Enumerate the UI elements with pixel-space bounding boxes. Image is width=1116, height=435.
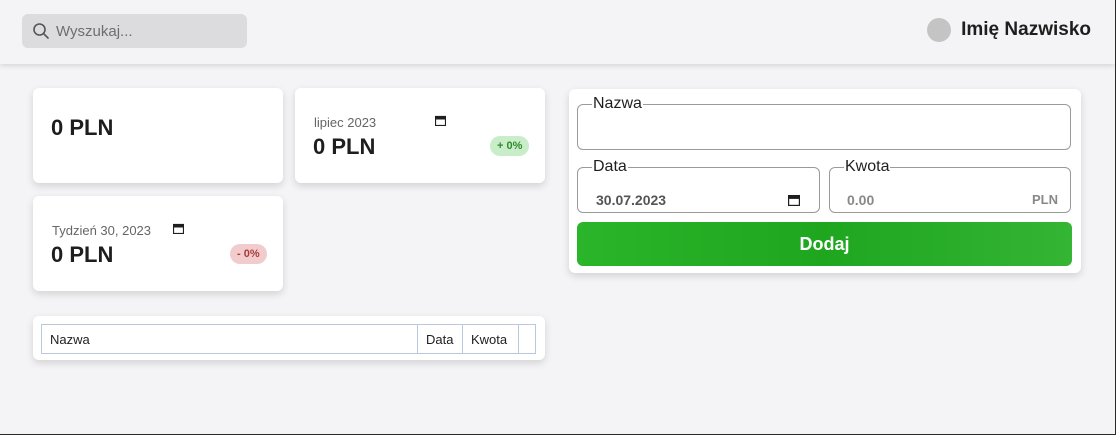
name-field[interactable]: Nazwa [577, 95, 1071, 150]
total-amount: 0 PLN [51, 115, 114, 140]
name-label: Nazwa [593, 95, 642, 112]
calendar-icon[interactable] [435, 115, 446, 126]
calendar-icon[interactable] [788, 194, 800, 206]
week-amount: 0 PLN [51, 242, 114, 267]
top-bar: Imię Nazwisko [0, 0, 1115, 64]
add-button[interactable]: Dodaj [577, 222, 1072, 266]
amount-field[interactable]: Kwota 0.00 PLN [829, 158, 1071, 213]
week-change-badge: - 0% [230, 244, 267, 264]
month-card: lipiec 2023 0 PLN + 0% [295, 88, 545, 183]
transactions-table: Nazwa Data Kwota [41, 324, 536, 354]
amount-input[interactable]: 0.00 [847, 192, 874, 208]
column-name[interactable]: Nazwa [41, 324, 418, 354]
date-label: Data [593, 158, 627, 175]
calendar-icon[interactable] [173, 223, 184, 234]
table-header-row: Nazwa Data Kwota [41, 324, 536, 354]
search-box[interactable] [22, 14, 247, 48]
transactions-card: Nazwa Data Kwota [33, 316, 545, 360]
month-period: lipiec 2023 [314, 115, 377, 130]
month-change-badge: + 0% [490, 136, 530, 156]
search-icon [33, 23, 49, 39]
user-name: Imię Nazwisko [961, 19, 1091, 40]
date-field[interactable]: Data 30.07.2023 [577, 158, 820, 213]
column-date[interactable]: Data [417, 324, 463, 354]
column-amount[interactable]: Kwota [462, 324, 519, 354]
amount-label: Kwota [845, 158, 890, 175]
date-input[interactable]: 30.07.2023 [596, 192, 666, 208]
add-expense-form: Nazwa Data 30.07.2023 Kwota 0.00 PLN Dod… [569, 89, 1081, 273]
avatar[interactable] [927, 18, 952, 42]
search-input[interactable] [56, 22, 236, 40]
user-menu[interactable]: Imię Nazwisko [927, 18, 1091, 42]
total-card: 0 PLN [33, 88, 283, 183]
week-card: Tydzień 30, 2023 0 PLN - 0% [33, 196, 283, 291]
column-actions [518, 324, 536, 354]
name-input[interactable] [590, 119, 1058, 135]
currency-suffix: PLN [1032, 192, 1058, 207]
month-amount: 0 PLN [313, 134, 376, 159]
week-period: Tydzień 30, 2023 [52, 223, 152, 238]
